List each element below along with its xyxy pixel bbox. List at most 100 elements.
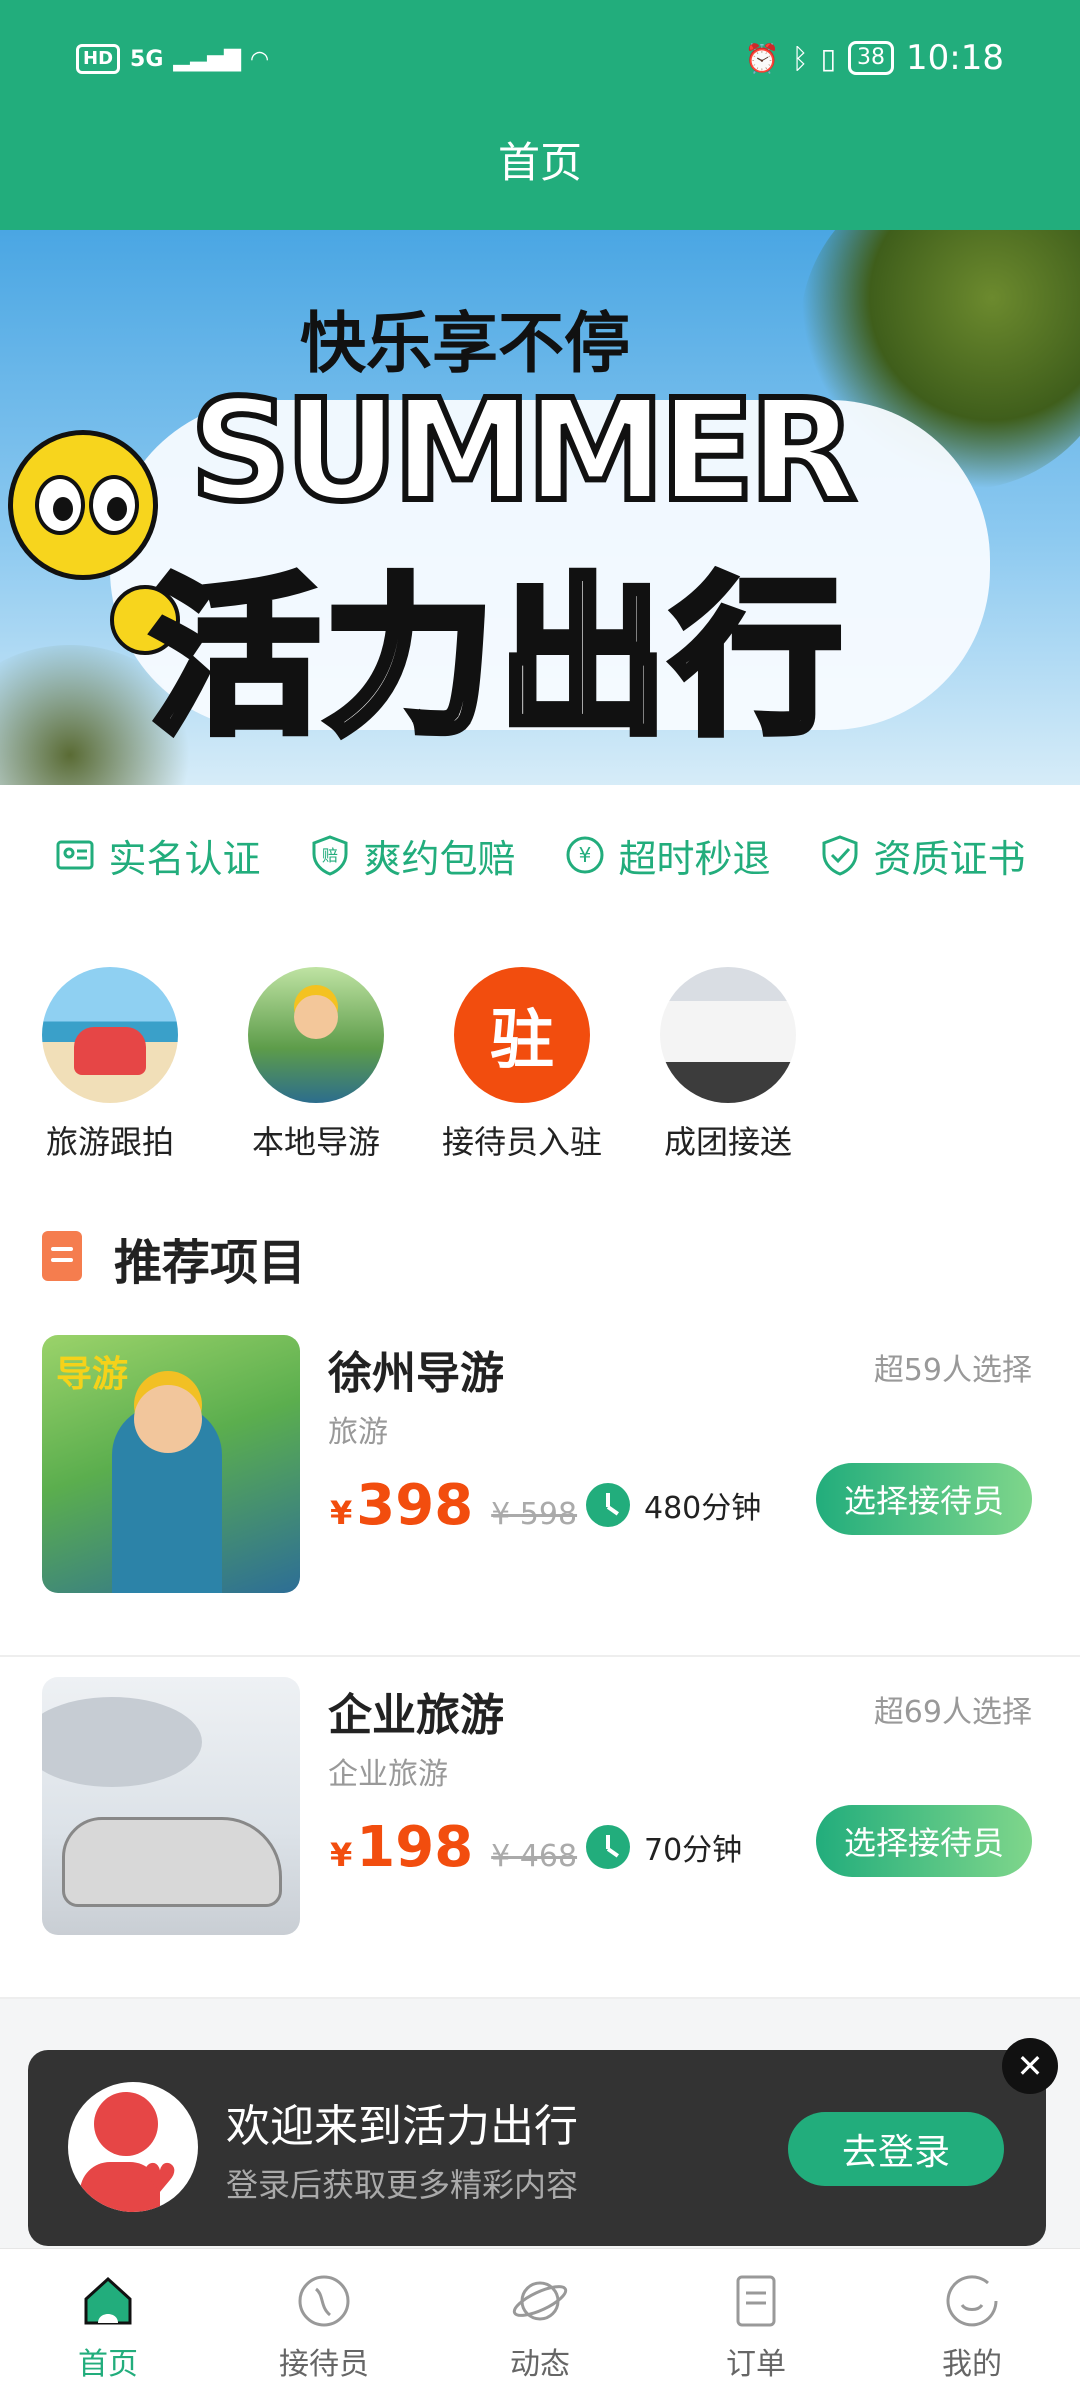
tab-label: 首页 bbox=[78, 2347, 138, 2382]
tab-profile[interactable]: 我的 bbox=[864, 2249, 1080, 2388]
item-duration: 70分钟 bbox=[586, 1825, 742, 1869]
price-row: ¥ 398 ¥ 598 bbox=[330, 1473, 577, 1538]
category-label: 成团接送 bbox=[663, 1123, 792, 1161]
bluetooth-icon: ᛒ bbox=[791, 41, 809, 75]
item-title: 企业旅游 bbox=[328, 1690, 504, 1741]
guarantee-certificate: 资质证书 bbox=[819, 828, 1026, 883]
category-label: 本地导游 bbox=[251, 1123, 380, 1161]
join-badge-icon: 驻 bbox=[454, 967, 590, 1103]
status-left: HD 5G ▂▃▅▇ ◠ bbox=[76, 44, 268, 74]
guarantee-real-name: 实名认证 bbox=[54, 828, 261, 883]
category-receptionist-join[interactable]: 驻 接待员入驻 bbox=[442, 925, 602, 1185]
login-button[interactable]: 去登录 bbox=[788, 2112, 1004, 2186]
list-item[interactable]: 导游 徐州导游 旅游 超59人选择 ¥ 398 ¥ 598 480分钟 选择接待… bbox=[0, 1315, 1080, 1657]
guarantee-label: 实名认证 bbox=[108, 836, 261, 881]
category-travel-photo[interactable]: 旅游跟拍 bbox=[40, 925, 180, 1185]
category-local-guide[interactable]: 本地导游 bbox=[246, 925, 386, 1185]
item-subtitle: 企业旅游 bbox=[328, 1757, 448, 1792]
bottom-tab-bar: 首页 接待员 动态 订单 我的 bbox=[0, 2248, 1080, 2388]
guarantee-refund: ¥ 超时秒退 bbox=[564, 828, 771, 883]
category-grid: 旅游跟拍 本地导游 驻 接待员入驻 成团接送 bbox=[0, 925, 1080, 1185]
item-original-price: ¥ 468 bbox=[491, 1839, 578, 1874]
receptionist-icon bbox=[298, 2275, 350, 2327]
group-transfer-image bbox=[660, 967, 796, 1103]
banner-summer-text: SUMMER bbox=[187, 367, 860, 536]
item-selection-count: 超59人选择 bbox=[873, 1353, 1032, 1388]
tab-label: 我的 bbox=[942, 2347, 1002, 2382]
network-indicator: 5G bbox=[130, 46, 164, 72]
hd-indicator: HD bbox=[76, 44, 121, 74]
avatar: ♥ bbox=[68, 2082, 198, 2212]
tab-label: 接待员 bbox=[279, 2347, 369, 2382]
close-icon[interactable]: ✕ bbox=[1002, 2038, 1058, 2094]
guarantee-label: 爽约包赔 bbox=[363, 836, 516, 881]
item-price: 198 bbox=[356, 1815, 474, 1880]
login-title: 欢迎来到活力出行 bbox=[226, 2101, 578, 2152]
guarantee-compensate: 赔 爽约包赔 bbox=[309, 828, 516, 883]
travel-photo-image bbox=[42, 967, 178, 1103]
tab-orders[interactable]: 订单 bbox=[648, 2249, 864, 2388]
thumb-badge: 导游 bbox=[56, 1354, 129, 1395]
login-subtitle: 登录后获取更多精彩内容 bbox=[226, 2166, 579, 2204]
planet-icon bbox=[512, 2281, 568, 2321]
item-selection-count: 超69人选择 bbox=[873, 1695, 1032, 1730]
home-icon bbox=[84, 2276, 132, 2325]
duration-text: 70分钟 bbox=[644, 1833, 743, 1868]
recommend-section-header: 推荐项目 bbox=[0, 1185, 1080, 1315]
tab-home[interactable]: 首页 bbox=[0, 2249, 216, 2388]
price-row: ¥ 198 ¥ 468 bbox=[330, 1815, 577, 1880]
shield-compensate-icon: 赔 bbox=[312, 835, 348, 876]
app-header: HD 5G ▂▃▅▇ ◠ ⏰ ᛒ ▯ 38 10:18 首页 bbox=[0, 0, 1080, 230]
page-title: 首页 bbox=[497, 138, 582, 187]
section-title: 推荐项目 bbox=[114, 1235, 307, 1291]
signal-icon: ▂▃▅▇ bbox=[173, 46, 242, 72]
status-bar: HD 5G ▂▃▅▇ ◠ ⏰ ᛒ ▯ 38 10:18 bbox=[0, 0, 1080, 130]
vibrate-icon: ▯ bbox=[820, 41, 837, 75]
item-thumbnail bbox=[42, 1677, 300, 1935]
item-subtitle: 旅游 bbox=[328, 1415, 388, 1450]
tab-label: 动态 bbox=[510, 2347, 570, 2382]
battery-indicator: 38 bbox=[848, 41, 895, 75]
clock-icon bbox=[586, 1483, 630, 1527]
promo-banner[interactable]: 快乐享不停 SUMMER 活力出行 bbox=[0, 230, 1080, 785]
item-thumbnail: 导游 bbox=[42, 1335, 300, 1593]
category-group-transfer[interactable]: 成团接送 bbox=[658, 925, 798, 1185]
document-icon bbox=[42, 1231, 82, 1281]
wifi-icon: ◠ bbox=[251, 46, 268, 72]
duration-text: 480分钟 bbox=[644, 1491, 762, 1526]
select-receptionist-button[interactable]: 选择接待员 bbox=[816, 1463, 1032, 1535]
svg-text:¥: ¥ bbox=[579, 843, 592, 867]
item-original-price: ¥ 598 bbox=[491, 1497, 578, 1532]
cartoon-face-icon bbox=[8, 430, 158, 580]
clock-icon bbox=[586, 1825, 630, 1869]
guarantee-label: 资质证书 bbox=[873, 836, 1026, 881]
item-price: 398 bbox=[356, 1473, 474, 1538]
recommend-list: 导游 徐州导游 旅游 超59人选择 ¥ 398 ¥ 598 480分钟 选择接待… bbox=[0, 1315, 1080, 1999]
category-label: 接待员入驻 bbox=[442, 1123, 603, 1161]
list-item[interactable]: 企业旅游 企业旅游 超69人选择 ¥ 198 ¥ 468 70分钟 选择接待员 bbox=[0, 1657, 1080, 1999]
guarantee-label: 超时秒退 bbox=[618, 836, 771, 881]
tab-receptionist[interactable]: 接待员 bbox=[216, 2249, 432, 2388]
alarm-icon: ⏰ bbox=[744, 41, 780, 75]
currency-symbol: ¥ bbox=[330, 1836, 353, 1874]
category-label: 旅游跟拍 bbox=[45, 1123, 174, 1161]
heart-icon: ♥ bbox=[142, 2156, 178, 2202]
order-icon bbox=[736, 2275, 776, 2327]
item-duration: 480分钟 bbox=[586, 1483, 761, 1527]
item-title: 徐州导游 bbox=[328, 1348, 504, 1399]
guarantee-bar: 实名认证 赔 爽约包赔 ¥ 超时秒退 资质证书 bbox=[0, 785, 1080, 925]
banner-main-text: 活力出行 bbox=[146, 556, 847, 762]
profile-icon bbox=[946, 2275, 998, 2327]
tab-feed[interactable]: 动态 bbox=[432, 2249, 648, 2388]
local-guide-image bbox=[248, 967, 384, 1103]
yen-refund-icon: ¥ bbox=[566, 836, 604, 874]
shield-check-icon bbox=[822, 835, 858, 876]
svg-text:赔: 赔 bbox=[322, 846, 338, 865]
login-prompt: ♥ 欢迎来到活力出行 登录后获取更多精彩内容 去登录 bbox=[28, 2050, 1046, 2246]
tab-label: 订单 bbox=[726, 2347, 786, 2382]
currency-symbol: ¥ bbox=[330, 1494, 353, 1532]
status-time: 10:18 bbox=[906, 38, 1004, 78]
status-right: ⏰ ᛒ ▯ 38 10:18 bbox=[745, 38, 1004, 78]
id-card-icon bbox=[56, 840, 94, 870]
select-receptionist-button[interactable]: 选择接待员 bbox=[816, 1805, 1032, 1877]
